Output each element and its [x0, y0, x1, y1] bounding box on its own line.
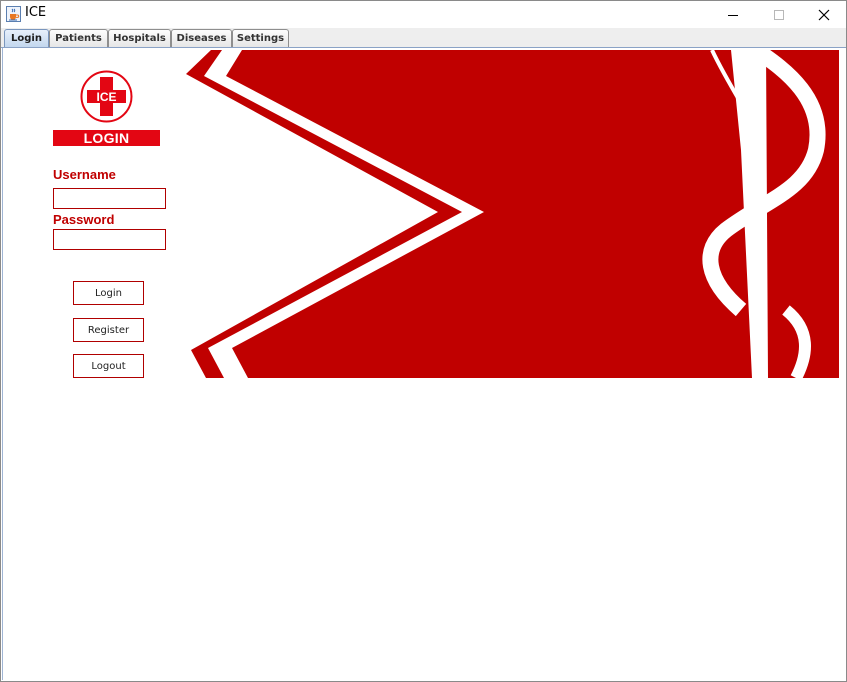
tab-patients[interactable]: Patients	[49, 29, 108, 47]
username-field[interactable]	[53, 188, 166, 209]
close-icon	[818, 9, 830, 20]
minimize-button[interactable]	[710, 1, 756, 28]
login-heading: LOGIN	[53, 130, 160, 146]
login-button[interactable]: Login	[73, 281, 144, 305]
password-label: Password	[53, 212, 115, 227]
tab-diseases[interactable]: Diseases	[171, 29, 232, 47]
tab-hospitals[interactable]: Hospitals	[108, 29, 171, 47]
java-cup-icon	[6, 6, 21, 22]
maximize-button[interactable]	[756, 1, 802, 28]
tab-settings[interactable]: Settings	[232, 29, 289, 47]
logout-button[interactable]: Logout	[73, 354, 144, 378]
window-title: ICE	[25, 5, 47, 20]
maximize-icon	[774, 9, 784, 20]
ice-logo: ICE	[80, 70, 133, 123]
logo-text: ICE	[96, 90, 116, 104]
tab-bar: Login Patients Hospitals Diseases Settin…	[1, 28, 846, 48]
title-bar: ICE	[1, 1, 846, 28]
app-window: ICE Login Patients Hospitals Diseases Se…	[0, 0, 847, 682]
minimize-icon	[728, 14, 738, 16]
register-button[interactable]: Register	[73, 318, 144, 342]
close-button[interactable]	[801, 1, 847, 28]
password-field[interactable]	[53, 229, 166, 250]
medical-banner-image	[186, 50, 839, 378]
username-label: Username	[53, 167, 116, 182]
tab-login[interactable]: Login	[4, 29, 49, 47]
